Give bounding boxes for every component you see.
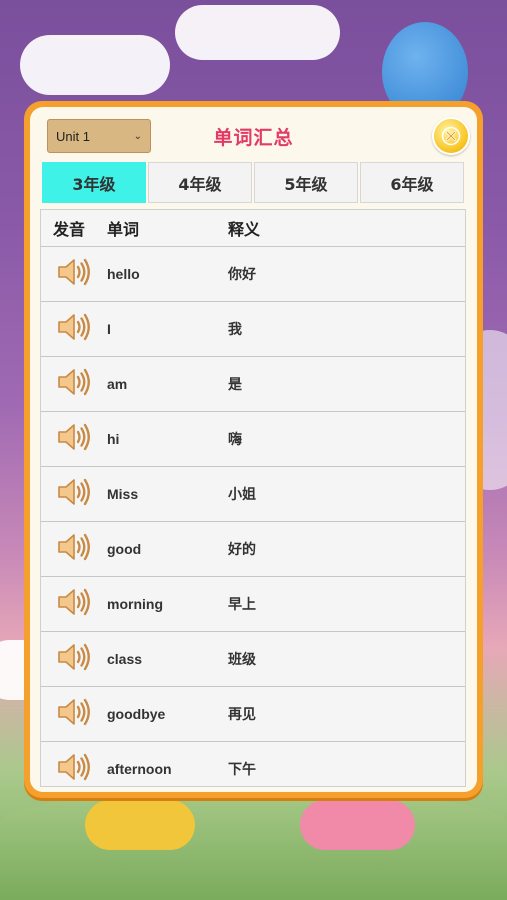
background-character-foot bbox=[300, 800, 415, 850]
tab-grade-4[interactable]: 4年级 bbox=[148, 162, 252, 203]
play-pronunciation-button[interactable] bbox=[41, 474, 107, 514]
table-row: afternoon 下午 bbox=[41, 742, 465, 786]
word-cell: goodbye bbox=[107, 706, 166, 722]
word-summary-dialog: Unit 1 ⌄ 单词汇总 3年级 4年级 5年级 6年级 发音 单词 释义 h… bbox=[24, 101, 483, 798]
header-pronounce: 发音 bbox=[53, 220, 86, 239]
play-pronunciation-button[interactable] bbox=[41, 254, 107, 294]
background-cloud bbox=[175, 5, 340, 60]
table-row: class 班级 bbox=[41, 632, 465, 687]
table-row: Miss 小姐 bbox=[41, 467, 465, 522]
table-row: morning 早上 bbox=[41, 577, 465, 632]
header-meaning: 释义 bbox=[228, 220, 261, 239]
meaning-cell: 嗨 bbox=[228, 432, 242, 448]
table-row: hello 你好 bbox=[41, 247, 465, 302]
grade-tabs: 3年级 4年级 5年级 6年级 bbox=[42, 162, 464, 205]
meaning-cell: 下午 bbox=[228, 762, 256, 778]
meaning-cell: 好的 bbox=[228, 542, 256, 558]
meaning-cell: 我 bbox=[228, 322, 242, 338]
play-pronunciation-button[interactable] bbox=[41, 639, 107, 679]
speaker-icon bbox=[58, 313, 90, 341]
speaker-icon bbox=[58, 258, 90, 286]
tab-grade-6[interactable]: 6年级 bbox=[360, 162, 464, 203]
play-pronunciation-button[interactable] bbox=[41, 364, 107, 404]
dialog-body: Unit 1 ⌄ 单词汇总 3年级 4年级 5年级 6年级 发音 单词 释义 h… bbox=[30, 107, 477, 792]
word-cell: I bbox=[107, 321, 111, 337]
table-row: am 是 bbox=[41, 357, 465, 412]
table-row: good 好的 bbox=[41, 522, 465, 577]
meaning-cell: 班级 bbox=[228, 652, 256, 668]
play-pronunciation-button[interactable] bbox=[41, 529, 107, 569]
word-table[interactable]: 发音 单词 释义 hello 你好 I 我 am 是 hi 嗨 Miss 小姐 good 好的 morn… bbox=[40, 209, 466, 787]
speaker-icon bbox=[58, 533, 90, 561]
speaker-icon bbox=[58, 478, 90, 506]
close-icon bbox=[441, 126, 461, 146]
play-pronunciation-button[interactable] bbox=[41, 749, 107, 786]
table-row: goodbye 再见 bbox=[41, 687, 465, 742]
meaning-cell: 小姐 bbox=[228, 487, 256, 503]
speaker-icon bbox=[58, 588, 90, 616]
word-cell: morning bbox=[107, 596, 163, 612]
background-cloud bbox=[20, 35, 170, 95]
header-word: 单词 bbox=[107, 220, 140, 239]
meaning-cell: 是 bbox=[228, 377, 242, 393]
word-cell: class bbox=[107, 651, 143, 667]
play-pronunciation-button[interactable] bbox=[41, 309, 107, 349]
dialog-title: 单词汇总 bbox=[213, 127, 294, 149]
tab-grade-3[interactable]: 3年级 bbox=[42, 162, 146, 203]
close-button[interactable] bbox=[432, 117, 470, 155]
word-cell: hi bbox=[107, 431, 120, 447]
meaning-cell: 再见 bbox=[228, 707, 256, 723]
play-pronunciation-button[interactable] bbox=[41, 584, 107, 624]
meaning-cell: 你好 bbox=[228, 267, 256, 283]
word-cell: am bbox=[107, 376, 128, 392]
speaker-icon bbox=[58, 368, 90, 396]
table-body: hello 你好 I 我 am 是 hi 嗨 Miss 小姐 good 好的 morning 早上 clas… bbox=[41, 247, 465, 786]
background-character-foot bbox=[85, 800, 195, 850]
table-row: I我 bbox=[41, 302, 465, 357]
meaning-cell: 早上 bbox=[228, 597, 256, 613]
background-grass bbox=[0, 790, 507, 900]
speaker-icon bbox=[58, 423, 90, 451]
word-cell: hello bbox=[107, 266, 140, 282]
speaker-icon bbox=[58, 753, 90, 781]
play-pronunciation-button[interactable] bbox=[41, 419, 107, 459]
table-row: hi 嗨 bbox=[41, 412, 465, 467]
table-header: 发音 单词 释义 bbox=[41, 210, 465, 247]
tab-grade-5[interactable]: 5年级 bbox=[254, 162, 358, 203]
speaker-icon bbox=[58, 643, 90, 671]
word-cell: good bbox=[107, 541, 142, 557]
word-cell: Miss bbox=[107, 486, 139, 502]
play-pronunciation-button[interactable] bbox=[41, 694, 107, 734]
speaker-icon bbox=[58, 698, 90, 726]
word-cell: afternoon bbox=[107, 761, 172, 777]
